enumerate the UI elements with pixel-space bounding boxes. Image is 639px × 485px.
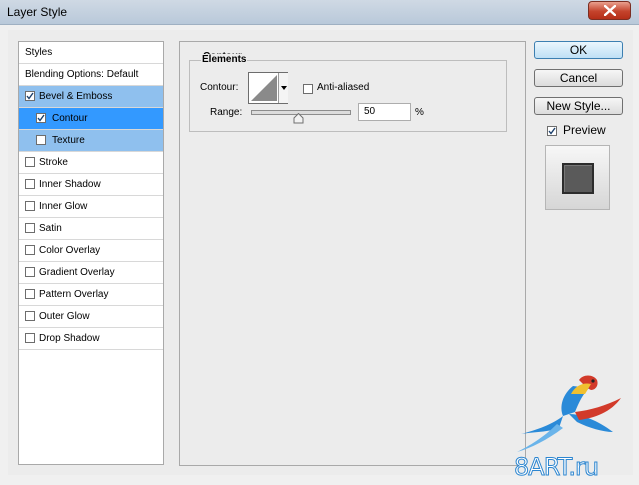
checkmark-icon <box>37 114 45 122</box>
color-overlay-checkbox[interactable] <box>25 245 35 255</box>
texture-checkbox[interactable] <box>36 135 46 145</box>
style-item-label: Texture <box>52 135 85 146</box>
style-item-inner-shadow[interactable]: Inner Shadow <box>19 174 163 196</box>
stroke-checkbox[interactable] <box>25 157 35 167</box>
style-item-label: Drop Shadow <box>39 333 100 344</box>
outer-glow-checkbox[interactable] <box>25 311 35 321</box>
style-item-drop-shadow[interactable]: Drop Shadow <box>19 328 163 350</box>
style-item-satin[interactable]: Satin <box>19 218 163 240</box>
contour-picker[interactable] <box>248 72 288 104</box>
dropdown-arrow-icon <box>281 86 287 90</box>
inner-glow-checkbox[interactable] <box>25 201 35 211</box>
preview-swatch <box>562 163 594 194</box>
blending-options-item[interactable]: Blending Options: Default <box>19 64 163 86</box>
style-item-color-overlay[interactable]: Color Overlay <box>19 240 163 262</box>
style-item-bevel-emboss[interactable]: Bevel & Emboss <box>19 86 163 108</box>
style-item-label: Inner Glow <box>39 201 88 212</box>
style-item-texture[interactable]: Texture <box>19 130 163 152</box>
close-button[interactable] <box>588 1 631 20</box>
satin-checkbox[interactable] <box>25 223 35 233</box>
cancel-button[interactable]: Cancel <box>534 69 623 87</box>
style-item-label: Outer Glow <box>39 311 90 322</box>
style-item-label: Gradient Overlay <box>39 267 115 278</box>
style-item-inner-glow[interactable]: Inner Glow <box>19 196 163 218</box>
range-input[interactable]: 50 <box>358 103 411 121</box>
style-item-label: Bevel & Emboss <box>39 91 113 102</box>
checkmark-icon <box>26 92 34 100</box>
pattern-overlay-checkbox[interactable] <box>25 289 35 299</box>
anti-aliased-checkbox[interactable] <box>303 84 313 94</box>
preview-checkbox[interactable] <box>547 126 557 136</box>
styles-list: Styles Blending Options: Default Bevel &… <box>18 41 164 465</box>
style-item-contour[interactable]: Contour <box>19 108 163 130</box>
drop-shadow-checkbox[interactable] <box>25 333 35 343</box>
parrot-logo-icon <box>517 375 621 452</box>
style-item-gradient-overlay[interactable]: Gradient Overlay <box>19 262 163 284</box>
gradient-overlay-checkbox[interactable] <box>25 267 35 277</box>
window-title: Layer Style <box>7 5 68 19</box>
elements-group-title: Elements <box>201 54 248 65</box>
contour-curve-thumbnail[interactable] <box>251 75 277 101</box>
contour-checkbox[interactable] <box>36 113 46 123</box>
preview-label: Preview <box>563 123 606 137</box>
style-item-label: Stroke <box>39 157 68 168</box>
contour-panel: Contour Elements Contour: Anti-aliased R… <box>179 41 526 466</box>
style-item-label: Pattern Overlay <box>39 289 109 300</box>
contour-dropdown-toggle[interactable] <box>278 73 288 103</box>
new-style-button[interactable]: New Style... <box>534 97 623 115</box>
bevel-emboss-checkbox[interactable] <box>25 91 35 101</box>
style-item-label: Color Overlay <box>39 245 101 256</box>
style-preview <box>545 145 610 210</box>
anti-aliased-label: Anti-aliased <box>317 82 370 93</box>
layer-style-dialog: Layer Style Styles Blending Options: Def… <box>0 0 639 485</box>
title-bar[interactable]: Layer Style <box>0 0 639 25</box>
style-item-outer-glow[interactable]: Outer Glow <box>19 306 163 328</box>
style-item-pattern-overlay[interactable]: Pattern Overlay <box>19 284 163 306</box>
style-item-label: Inner Shadow <box>39 179 101 190</box>
range-slider-thumb[interactable] <box>293 113 304 124</box>
watermark-text: 8ART.ru <box>513 453 599 482</box>
inner-shadow-checkbox[interactable] <box>25 179 35 189</box>
style-item-label: Satin <box>39 223 62 234</box>
range-label: Range: <box>210 107 243 118</box>
elements-group: Elements Contour: Anti-aliased Range: 50… <box>189 54 507 132</box>
style-item-stroke[interactable]: Stroke <box>19 152 163 174</box>
checkmark-icon <box>548 127 556 135</box>
close-icon <box>603 5 616 16</box>
range-unit: % <box>415 107 424 118</box>
ok-button[interactable]: OK <box>534 41 623 59</box>
contour-label: Contour: <box>200 82 239 93</box>
styles-list-header: Styles <box>19 42 163 64</box>
style-item-label: Contour <box>52 113 88 124</box>
